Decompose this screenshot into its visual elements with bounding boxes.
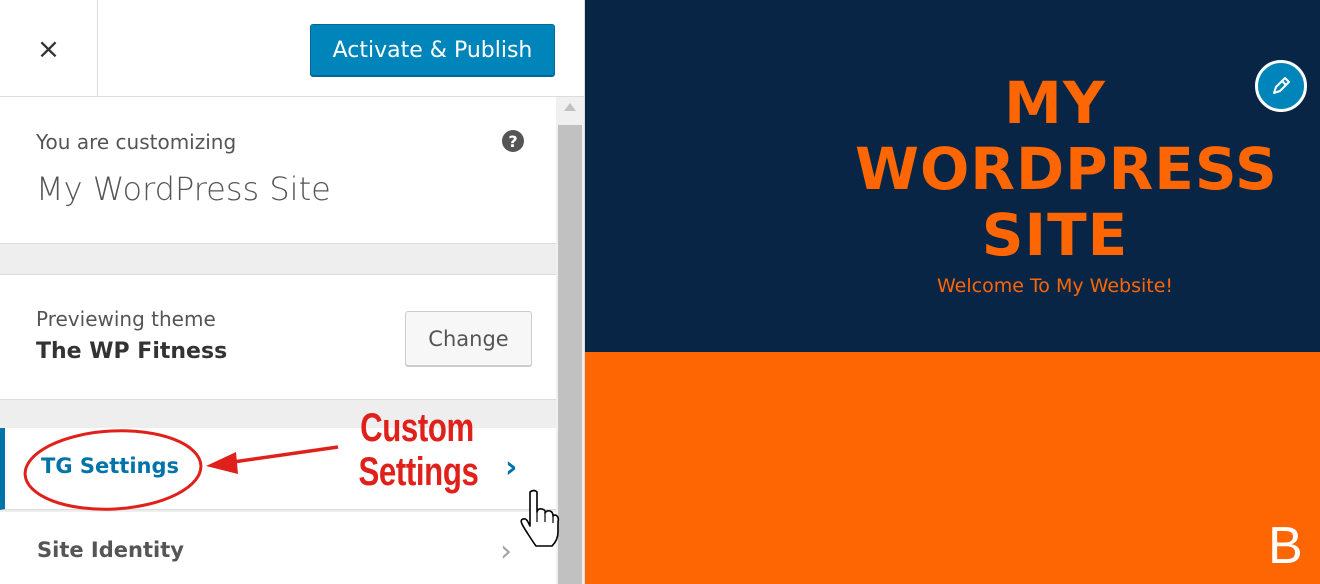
theme-name: The WP Fitness bbox=[36, 339, 228, 364]
site-title-line: SITE bbox=[981, 201, 1129, 269]
site-name: My WordPress Site bbox=[36, 170, 331, 208]
sidebar-scrollbar[interactable] bbox=[556, 97, 584, 584]
menu-item-label: TG Settings bbox=[41, 454, 179, 478]
customizing-label: You are customizing bbox=[36, 130, 237, 154]
close-icon[interactable]: × bbox=[0, 0, 98, 96]
previewing-theme-label: Previewing theme bbox=[36, 307, 216, 331]
hand-pointer-cursor-icon bbox=[520, 489, 560, 547]
orange-section bbox=[585, 352, 1320, 584]
menu-item-label: Site Identity bbox=[37, 538, 184, 562]
annotation-text-custom: Custom bbox=[360, 406, 474, 450]
chevron-right-icon: › bbox=[505, 450, 518, 485]
activate-publish-button[interactable]: Activate & Publish bbox=[310, 24, 555, 76]
pencil-edit-icon[interactable] bbox=[1255, 60, 1307, 112]
pencil-icon bbox=[1273, 77, 1290, 94]
scroll-up-arrow-icon[interactable] bbox=[564, 103, 576, 111]
customizer-header: × Activate & Publish bbox=[0, 0, 584, 97]
annotation-text-settings: Settings bbox=[358, 450, 479, 494]
scrollbar-thumb[interactable] bbox=[558, 125, 582, 584]
site-title: MY WORDPRESS SITE bbox=[855, 69, 1278, 269]
customizer-sidebar: × Activate & Publish You are customizing… bbox=[0, 0, 585, 584]
menu-item-site-identity[interactable]: Site Identity › bbox=[0, 512, 556, 584]
change-theme-button[interactable]: Change bbox=[405, 311, 532, 366]
hero-section: MY WORDPRESS SITE Welcome To My Website! bbox=[585, 0, 1320, 352]
site-title-line: WORDPRESS bbox=[855, 135, 1278, 203]
chevron-right-icon: › bbox=[500, 534, 512, 569]
site-preview: MY WORDPRESS SITE Welcome To My Website!… bbox=[585, 0, 1320, 584]
corner-letter: B bbox=[1268, 517, 1303, 575]
site-title-line: MY bbox=[1004, 69, 1106, 137]
site-tagline: Welcome To My Website! bbox=[936, 275, 1174, 297]
help-icon[interactable]: ? bbox=[502, 130, 524, 152]
